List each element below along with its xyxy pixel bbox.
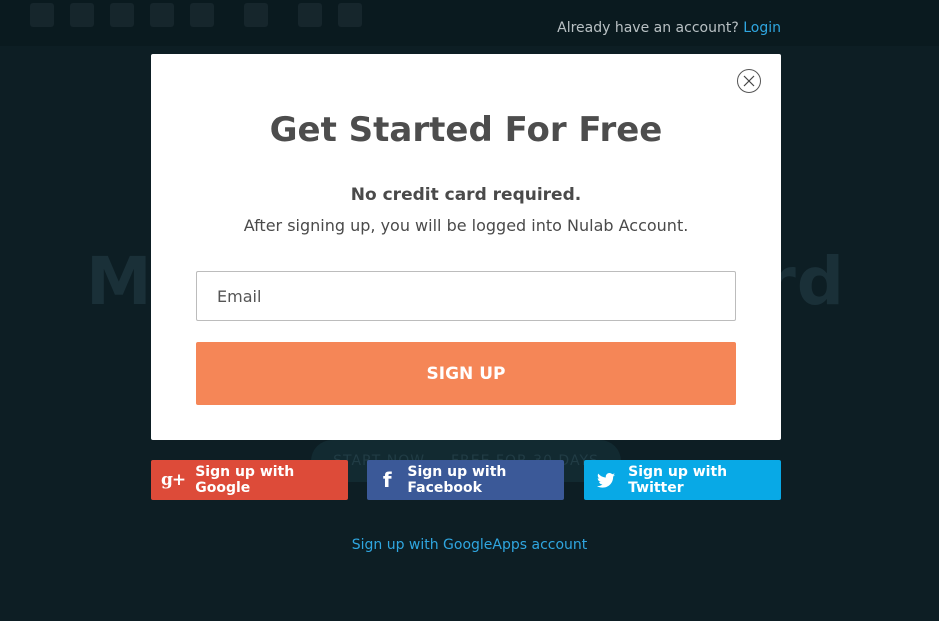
twitter-signup-label: Sign up with Twitter	[628, 464, 728, 496]
facebook-glyph: f	[382, 468, 392, 492]
nav-icon	[190, 3, 214, 27]
signup-modal: Get Started For Free No credit card requ…	[151, 54, 781, 440]
nav-icon	[70, 3, 94, 27]
account-prompt-text: Already have an account?	[557, 20, 739, 36]
close-icon	[743, 75, 755, 87]
login-link[interactable]: Login	[743, 20, 781, 36]
twitter-signup-button[interactable]: Sign up with Twitter	[584, 460, 781, 500]
top-navbar: Already have an account? Login	[0, 0, 939, 46]
nav-icon	[30, 3, 54, 27]
email-field[interactable]	[196, 271, 736, 321]
nav-icon	[150, 3, 174, 27]
modal-subtitle: No credit card required.	[350, 185, 582, 205]
google-plus-icon: g+	[151, 470, 195, 490]
nav-icon	[338, 3, 362, 27]
nav-icon	[298, 3, 322, 27]
google-signup-label: Sign up with Google	[195, 464, 295, 496]
modal-description: After signing up, you will be logged int…	[243, 216, 689, 235]
nav-icon	[110, 3, 134, 27]
google-signup-button[interactable]: g+ Sign up with Google	[151, 460, 348, 500]
modal-title: Get Started For Free	[269, 110, 663, 150]
nav-icon	[244, 3, 268, 27]
facebook-signup-button[interactable]: f Sign up with Facebook	[367, 460, 564, 500]
google-plus-glyph: g+	[161, 470, 186, 490]
close-button[interactable]	[737, 69, 761, 93]
nav-icons	[30, 3, 378, 27]
facebook-icon: f	[367, 468, 407, 492]
account-prompt: Already have an account? Login	[557, 20, 781, 36]
facebook-signup-label: Sign up with Facebook	[407, 464, 507, 496]
googleapps-signup-link[interactable]: Sign up with GoogleApps account	[0, 537, 939, 553]
twitter-icon	[584, 472, 628, 488]
signup-button[interactable]: SIGN UP	[196, 342, 736, 405]
